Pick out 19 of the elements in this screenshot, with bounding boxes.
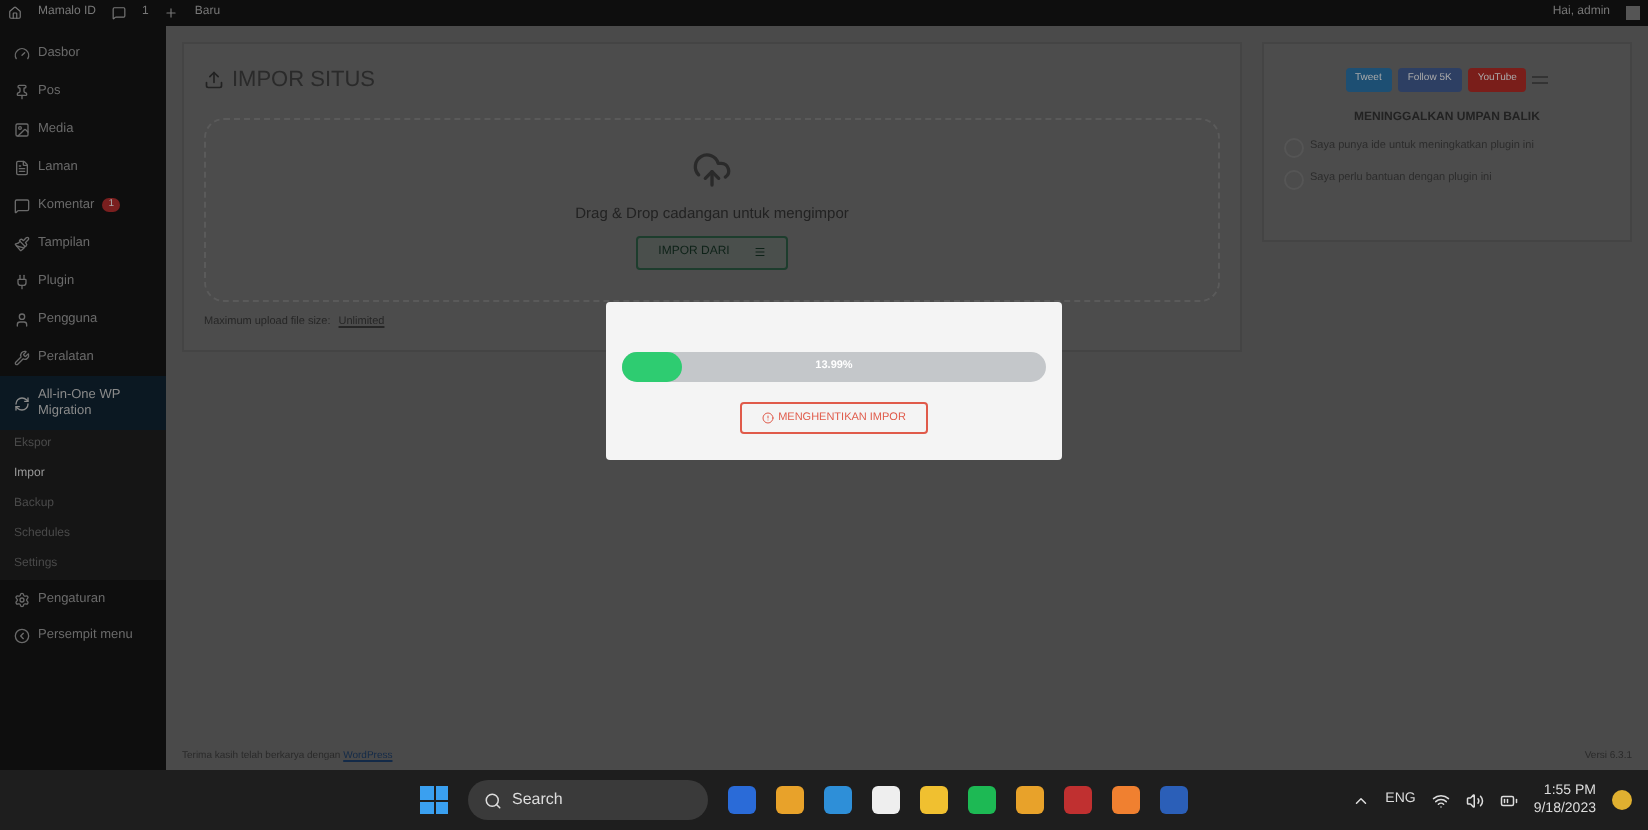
alert-icon	[762, 412, 775, 425]
cloud-upload-icon	[692, 149, 732, 189]
avatar-icon	[1626, 6, 1640, 20]
comment-icon[interactable]	[112, 6, 127, 20]
import-icon	[204, 70, 224, 91]
search-icon	[484, 791, 502, 809]
app-icon[interactable]	[1016, 786, 1044, 814]
app-icon[interactable]	[968, 786, 996, 814]
home-icon[interactable]	[8, 6, 22, 20]
battery-icon[interactable]	[1499, 791, 1518, 809]
windows-start-icon[interactable]	[420, 786, 448, 814]
search-field[interactable]: Search	[468, 780, 708, 820]
app-icon[interactable]	[776, 786, 804, 814]
wifi-icon[interactable]	[1431, 791, 1450, 809]
notification-icon[interactable]	[1612, 790, 1632, 810]
app-icon[interactable]	[920, 786, 948, 814]
app-icon[interactable]	[1112, 786, 1140, 814]
volume-icon[interactable]	[1465, 791, 1484, 809]
app-icon[interactable]	[872, 786, 900, 814]
